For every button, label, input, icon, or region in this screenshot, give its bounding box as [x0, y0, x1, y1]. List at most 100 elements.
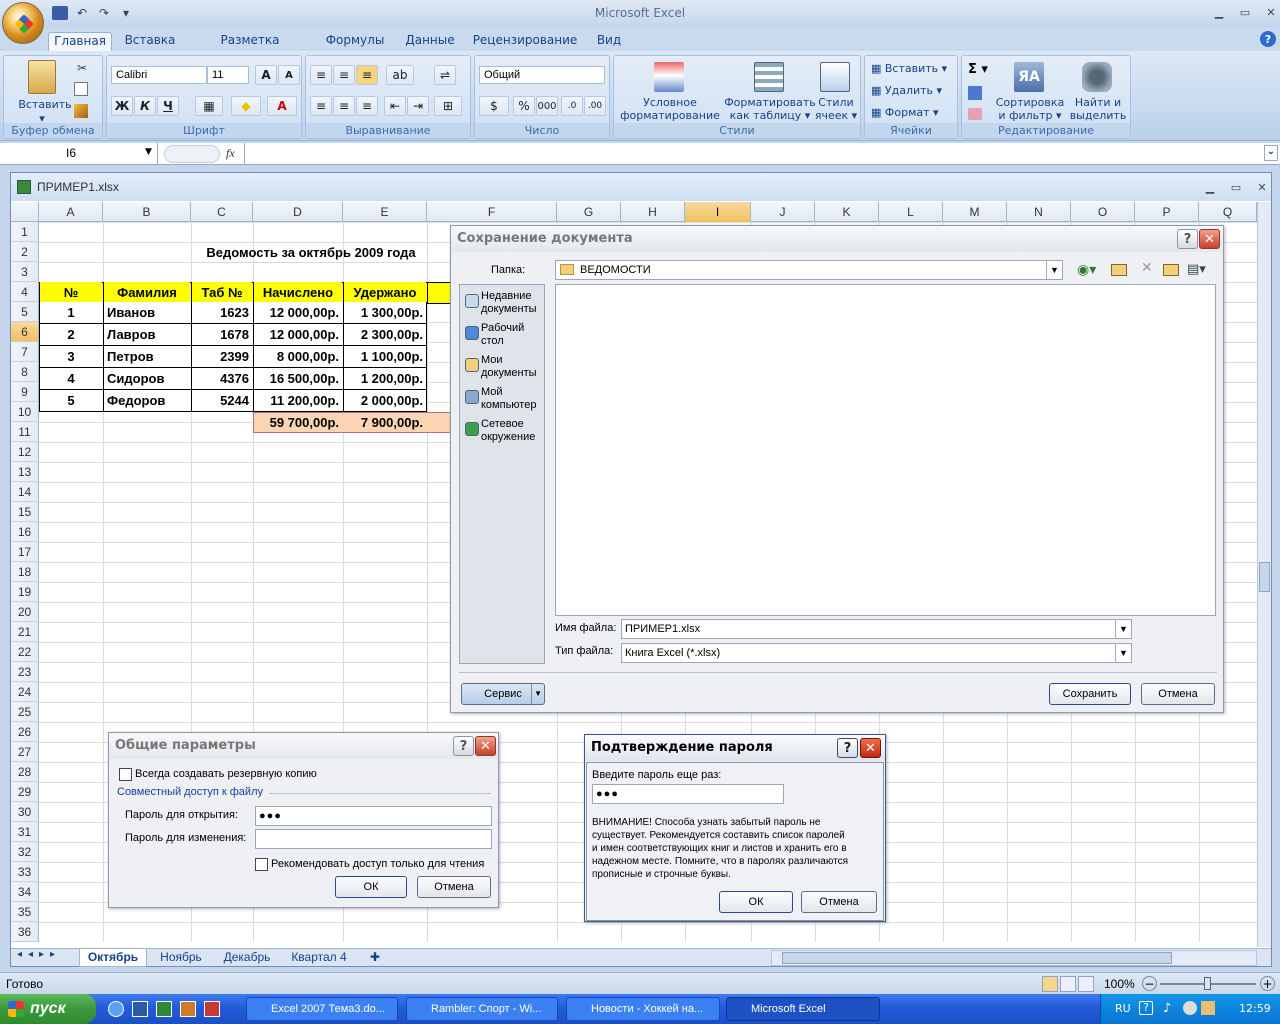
- table-cell[interactable]: 1 200,00р.: [344, 368, 426, 390]
- percent-button[interactable]: %: [513, 96, 535, 116]
- col-header[interactable]: G: [557, 202, 621, 222]
- number-format-select[interactable]: Общий: [479, 66, 605, 84]
- horizontal-scrollbar[interactable]: [771, 950, 1257, 966]
- table-cell[interactable]: 12 000,00р.: [254, 324, 342, 346]
- wb-restore-icon[interactable]: ▭: [1225, 179, 1247, 195]
- tab-data[interactable]: Данные: [398, 32, 462, 52]
- close-button[interactable]: ✕: [860, 738, 881, 758]
- page-break-view-icon[interactable]: [1078, 976, 1094, 992]
- table-cell[interactable]: 2399: [192, 346, 252, 368]
- expand-formula-icon[interactable]: ⌄: [1264, 145, 1278, 161]
- undo-icon[interactable]: ↶: [74, 5, 90, 21]
- decrease-decimal-icon[interactable]: .00: [584, 96, 606, 116]
- tab-review[interactable]: Рецензирование: [470, 32, 580, 52]
- align-right-icon[interactable]: ≡: [356, 96, 378, 116]
- hscroll-thumb[interactable]: [782, 952, 1172, 964]
- table-cell[interactable]: 11 200,00р.: [254, 390, 342, 412]
- table-cell[interactable]: 2 300,00р.: [344, 324, 426, 346]
- autosum-icon[interactable]: Σ ▾: [968, 62, 988, 77]
- header-tab[interactable]: Таб №: [192, 282, 252, 304]
- tab-view[interactable]: Вид: [588, 32, 630, 52]
- col-header[interactable]: A: [39, 202, 103, 222]
- volume-icon[interactable]: ♪: [1163, 1001, 1171, 1016]
- row-header[interactable]: 28: [11, 762, 39, 782]
- sheet-nav-icons[interactable]: ◂◂▸▸: [17, 949, 61, 960]
- delete-icon[interactable]: ✕: [1141, 260, 1153, 276]
- redo-icon[interactable]: ↷: [96, 5, 112, 21]
- row-header[interactable]: 35: [11, 902, 39, 922]
- tab-page-layout[interactable]: Разметка страницы: [190, 32, 310, 64]
- row-header[interactable]: 31: [11, 822, 39, 842]
- currency-icon[interactable]: $: [479, 96, 509, 116]
- clear-icon[interactable]: [968, 108, 982, 120]
- paste-button[interactable]: Вставить: [10, 98, 80, 111]
- page-layout-view-icon[interactable]: [1060, 976, 1076, 992]
- place-label[interactable]: Сетевое: [481, 418, 524, 430]
- align-center-icon[interactable]: ≡: [333, 96, 355, 116]
- filetype-select[interactable]: Книга Excel (*.xlsx) ▼: [621, 643, 1132, 663]
- tools-dropdown-icon[interactable]: ▼: [531, 684, 542, 704]
- wrap-text-icon[interactable]: ⇌: [434, 65, 456, 85]
- cancel-button[interactable]: Отмена: [1141, 683, 1215, 705]
- font-name-select[interactable]: Calibri: [111, 66, 207, 84]
- language-indicator[interactable]: RU: [1115, 1002, 1131, 1015]
- close-button[interactable]: ✕: [475, 736, 496, 756]
- place-label[interactable]: Мои: [481, 354, 503, 366]
- tab-formulas[interactable]: Формулы: [322, 32, 388, 52]
- sheet-tab[interactable]: Декабрь: [215, 949, 279, 967]
- col-header[interactable]: N: [1007, 202, 1071, 222]
- tab-insert[interactable]: Вставка: [118, 32, 182, 52]
- table-cell[interactable]: 2 000,00р.: [344, 390, 426, 412]
- table-cell[interactable]: 2: [40, 324, 102, 346]
- font-size-select[interactable]: 11: [207, 66, 249, 84]
- header-withheld[interactable]: Удержано: [344, 282, 426, 304]
- conditional-format-icon[interactable]: [654, 62, 684, 92]
- row-header[interactable]: 25: [11, 702, 39, 722]
- align-bottom-icon[interactable]: ≡: [356, 65, 378, 85]
- place-label[interactable]: Недавние: [481, 290, 532, 302]
- table-cell[interactable]: Лавров: [104, 324, 190, 346]
- table-cell[interactable]: 1 300,00р.: [344, 302, 426, 324]
- name-box[interactable]: I6: [2, 143, 158, 164]
- font-color-icon[interactable]: A: [267, 96, 297, 116]
- delete-cells-button[interactable]: ▦ Удалить ▾: [871, 84, 955, 97]
- table-cell[interactable]: 1: [40, 302, 102, 324]
- table-cell[interactable]: 16 500,00р.: [254, 368, 342, 390]
- wb-close-icon[interactable]: ✕: [1251, 179, 1273, 195]
- place-label[interactable]: документы: [481, 367, 537, 379]
- header-num[interactable]: №: [40, 282, 102, 304]
- align-left-icon[interactable]: ≡: [310, 96, 332, 116]
- ok-button[interactable]: ОК: [335, 876, 407, 898]
- sheet-tab[interactable]: Ноябрь: [149, 949, 213, 967]
- backup-checkbox[interactable]: [119, 768, 132, 781]
- table-cell[interactable]: 1 100,00р.: [344, 346, 426, 368]
- row-header[interactable]: 6: [11, 322, 39, 342]
- row-header[interactable]: 21: [11, 622, 39, 642]
- maximize-icon[interactable]: ▭: [1234, 4, 1256, 20]
- tray-icon[interactable]: [1201, 1001, 1215, 1015]
- col-header[interactable]: M: [943, 202, 1007, 222]
- row-header[interactable]: 26: [11, 722, 39, 742]
- row-header[interactable]: 12: [11, 442, 39, 462]
- header-surname[interactable]: Фамилия: [104, 282, 190, 304]
- shrink-font-icon[interactable]: A: [278, 65, 300, 85]
- formula-input[interactable]: [244, 143, 1264, 164]
- help-tray-icon[interactable]: ?: [1139, 1001, 1153, 1015]
- table-cell[interactable]: 3: [40, 346, 102, 368]
- increase-decimal-icon[interactable]: .0: [561, 96, 583, 116]
- ok-button[interactable]: ОК: [719, 891, 793, 913]
- row-header[interactable]: 13: [11, 462, 39, 482]
- file-list[interactable]: [555, 284, 1216, 616]
- zoom-out-icon[interactable]: −: [1142, 976, 1157, 991]
- taskbar-item-word[interactable]: Excel 2007 Тема3.do...: [246, 997, 398, 1021]
- format-table-icon[interactable]: [754, 62, 784, 92]
- filename-input[interactable]: ПРИМЕР1.xlsx ▼: [621, 619, 1132, 639]
- help-button[interactable]: ?: [453, 736, 474, 756]
- row-header[interactable]: 1: [11, 222, 39, 242]
- normal-view-icon[interactable]: [1042, 976, 1058, 992]
- cancel-button[interactable]: Отмена: [801, 891, 877, 913]
- taskbar-item-news[interactable]: Новости - Хоккей на...: [566, 997, 720, 1021]
- fill-color-icon[interactable]: ◆: [231, 96, 261, 116]
- sheet-title[interactable]: Ведомость за октябрь 2009 года: [191, 242, 431, 264]
- insert-cells-button[interactable]: ▦ Вставить ▾: [871, 62, 955, 75]
